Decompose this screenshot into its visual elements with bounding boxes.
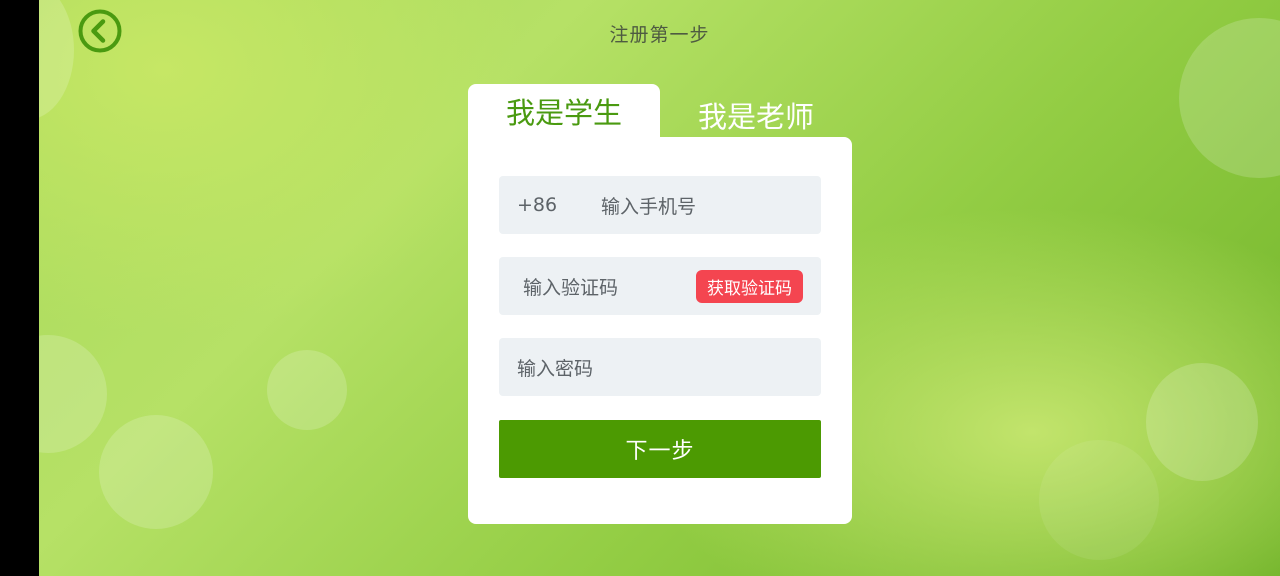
decorative-bubble bbox=[1039, 440, 1159, 560]
verification-code-placeholder: 输入验证码 bbox=[523, 276, 619, 299]
tab-teacher[interactable]: 我是老师 bbox=[660, 88, 852, 142]
get-code-button[interactable]: 获取验证码 bbox=[696, 270, 803, 303]
tab-student[interactable]: 我是学生 bbox=[468, 84, 660, 138]
phone-placeholder: 输入手机号 bbox=[601, 195, 697, 218]
register-panel: 我是学生 我是老师 +86 输入手机号 输入验证码 获取验证码 输入密码 下一步 bbox=[468, 84, 852, 524]
screen: 注册第一步 我是学生 我是老师 +86 输入手机号 输入验证码 获取验证码 输入… bbox=[0, 0, 1280, 576]
page-title: 注册第一步 bbox=[609, 24, 710, 46]
decorative-bubble bbox=[267, 350, 347, 430]
phone-field[interactable]: +86 输入手机号 bbox=[499, 176, 821, 234]
next-step-button[interactable]: 下一步 bbox=[499, 420, 821, 478]
app-background: 注册第一步 我是学生 我是老师 +86 输入手机号 输入验证码 获取验证码 输入… bbox=[39, 0, 1280, 576]
country-code[interactable]: +86 bbox=[517, 194, 601, 216]
password-placeholder: 输入密码 bbox=[517, 357, 594, 380]
verification-code-field[interactable]: 输入验证码 获取验证码 bbox=[499, 257, 821, 315]
decorative-bubble bbox=[39, 335, 107, 453]
password-field[interactable]: 输入密码 bbox=[499, 338, 821, 396]
decorative-bubble bbox=[99, 415, 213, 529]
register-form: +86 输入手机号 输入验证码 获取验证码 输入密码 下一步 bbox=[468, 137, 852, 524]
decorative-bubble bbox=[1146, 363, 1258, 481]
decorative-bubble bbox=[39, 0, 74, 120]
